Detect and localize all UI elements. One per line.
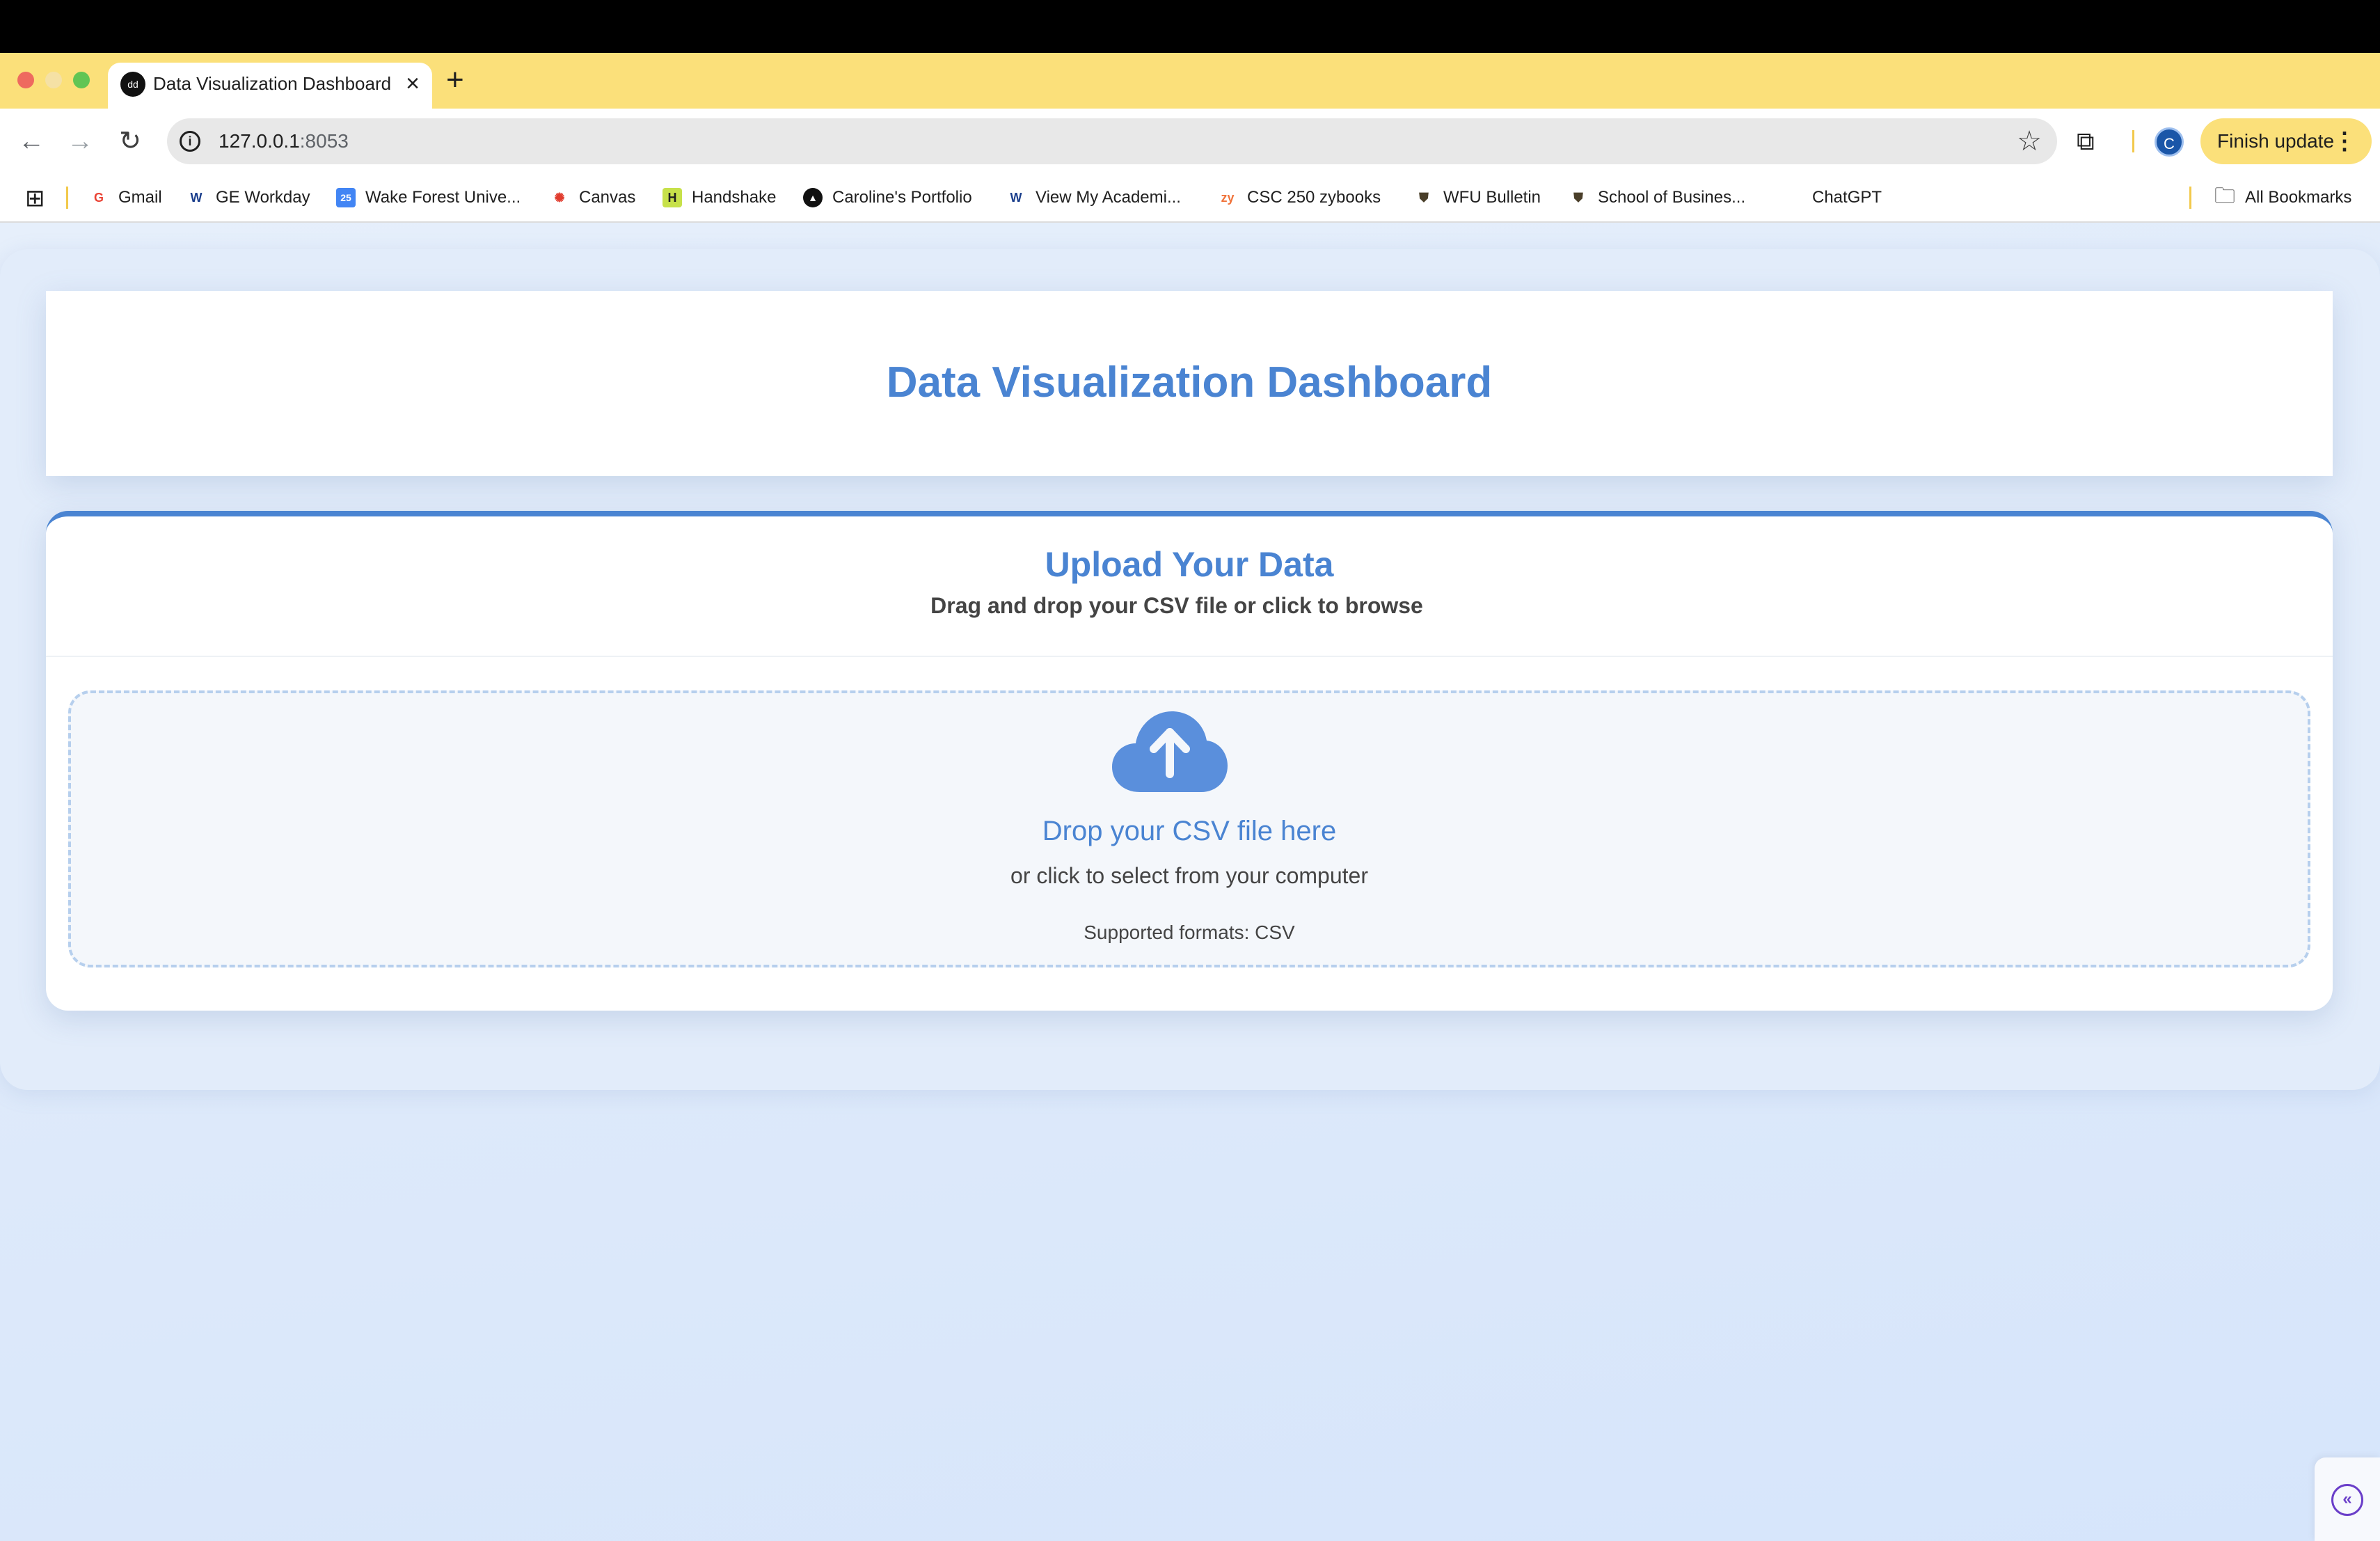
- upload-title: Upload Your Data: [1045, 545, 1334, 584]
- maximize-window-button[interactable]: [73, 72, 90, 88]
- bookmark-label: WFU Bulletin: [1443, 188, 1541, 207]
- dashboard-header: Data Visualization Dashboard: [46, 291, 2333, 476]
- more-menu-icon[interactable]: ⋮: [2333, 118, 2356, 164]
- google-icon: G: [89, 188, 109, 207]
- minimize-window-button[interactable]: [45, 72, 62, 88]
- bookmark-ge-workday[interactable]: W GE Workday: [187, 185, 310, 210]
- bookmark-view-my-academics[interactable]: W View My Academi...: [1006, 185, 1181, 210]
- zybooks-icon: zy: [1218, 188, 1237, 207]
- bookmark-label: CSC 250 zybooks: [1247, 188, 1381, 207]
- portfolio-icon: ▲: [803, 188, 823, 207]
- new-tab-button[interactable]: +: [446, 63, 464, 97]
- bookmark-school-of-business[interactable]: ⛊ School of Busines...: [1569, 185, 1745, 210]
- address-bar[interactable]: i 127.0.0.1:8053 ☆: [167, 118, 2057, 164]
- shield-icon: ⛊: [1414, 188, 1434, 207]
- canvas-icon: ✺: [550, 188, 569, 207]
- bookmark-label: Handshake: [692, 188, 777, 207]
- upload-card: Upload Your Data Drag and drop your CSV …: [46, 511, 2333, 1011]
- lens-search-icon[interactable]: ⧉: [2077, 124, 2095, 159]
- reload-button[interactable]: ↻: [113, 122, 148, 161]
- bookmark-label: School of Busines...: [1598, 188, 1746, 207]
- dropzone-subtitle: or click to select from your computer: [1010, 863, 1368, 888]
- finish-update-label: Finish update: [2217, 130, 2335, 152]
- finish-update-button[interactable]: Finish update ⋮: [2200, 118, 2372, 164]
- side-panel-toggle[interactable]: «: [2315, 1457, 2380, 1541]
- bookmark-gmail[interactable]: G Gmail: [89, 185, 162, 210]
- bookmark-carolines-portfolio[interactable]: ▲ Caroline's Portfolio: [803, 185, 972, 210]
- bookmark-csc-250-zybooks[interactable]: zy CSC 250 zybooks: [1218, 185, 1381, 210]
- folder-icon: 🗀: [2214, 184, 2235, 207]
- bookmark-wake-forest[interactable]: 25 Wake Forest Unive...: [336, 185, 521, 210]
- page-title: Data Visualization Dashboard: [886, 358, 1493, 406]
- bookmark-label: Wake Forest Unive...: [365, 188, 521, 207]
- browser-tab[interactable]: dd Data Visualization Dashboard ×: [108, 63, 432, 109]
- bookmark-wfu-bulletin[interactable]: ⛊ WFU Bulletin: [1414, 185, 1541, 210]
- chatgpt-icon: [1783, 188, 1802, 207]
- bookmark-label: View My Academi...: [1036, 188, 1181, 207]
- bookmark-handshake[interactable]: H Handshake: [663, 185, 776, 210]
- upload-subtitle: Drag and drop your CSV file or click to …: [930, 593, 1423, 618]
- calendar-icon: 25: [336, 188, 356, 207]
- workday-icon: W: [187, 188, 206, 207]
- cloud-upload-icon: [1112, 711, 1228, 792]
- bookmark-chatgpt[interactable]: ChatGPT: [1783, 185, 1882, 210]
- apps-grid-icon[interactable]: ⊞: [25, 186, 45, 211]
- bookmark-label: Canvas: [579, 188, 636, 207]
- menu-bar: [0, 0, 2380, 53]
- bookmark-canvas[interactable]: ✺ Canvas: [550, 185, 635, 210]
- bookmarks-divider: [2189, 187, 2191, 209]
- shield-icon: ⛊: [1569, 188, 1588, 207]
- url-host: 127.0.0.1: [219, 130, 300, 152]
- dropzone-title: Drop your CSV file here: [1042, 816, 1337, 846]
- bookmark-label: Caroline's Portfolio: [832, 188, 972, 207]
- bookmark-label: ChatGPT: [1812, 188, 1882, 207]
- close-window-button[interactable]: [17, 72, 34, 88]
- back-button[interactable]: ←: [14, 122, 49, 161]
- bookmark-label: Gmail: [118, 188, 162, 207]
- upload-header: Upload Your Data Drag and drop your CSV …: [46, 516, 2333, 657]
- handshake-icon: H: [663, 188, 682, 207]
- bookmarks-divider: [66, 187, 68, 209]
- url-text[interactable]: 127.0.0.1:8053: [219, 130, 349, 152]
- close-tab-icon[interactable]: ×: [406, 68, 420, 99]
- bookmark-label: GE Workday: [216, 188, 310, 207]
- tab-title: Data Visualization Dashboard: [153, 73, 392, 94]
- all-bookmarks-button[interactable]: 🗀 All Bookmarks: [2214, 184, 2352, 210]
- tab-favicon-icon: dd: [120, 72, 145, 97]
- url-port: :8053: [299, 130, 349, 152]
- site-info-icon[interactable]: i: [180, 131, 200, 152]
- profile-avatar[interactable]: C: [2155, 127, 2184, 157]
- csv-dropzone[interactable]: Drop your CSV file here or click to sele…: [68, 690, 2310, 967]
- workday-icon: W: [1006, 188, 1026, 207]
- bookmark-star-icon[interactable]: ☆: [2017, 124, 2042, 159]
- forward-button[interactable]: →: [63, 122, 97, 161]
- all-bookmarks-label: All Bookmarks: [2245, 188, 2352, 207]
- expand-left-icon: «: [2331, 1484, 2363, 1516]
- toolbar-divider: [2132, 130, 2134, 152]
- supported-formats: Supported formats: CSV: [1084, 922, 1295, 943]
